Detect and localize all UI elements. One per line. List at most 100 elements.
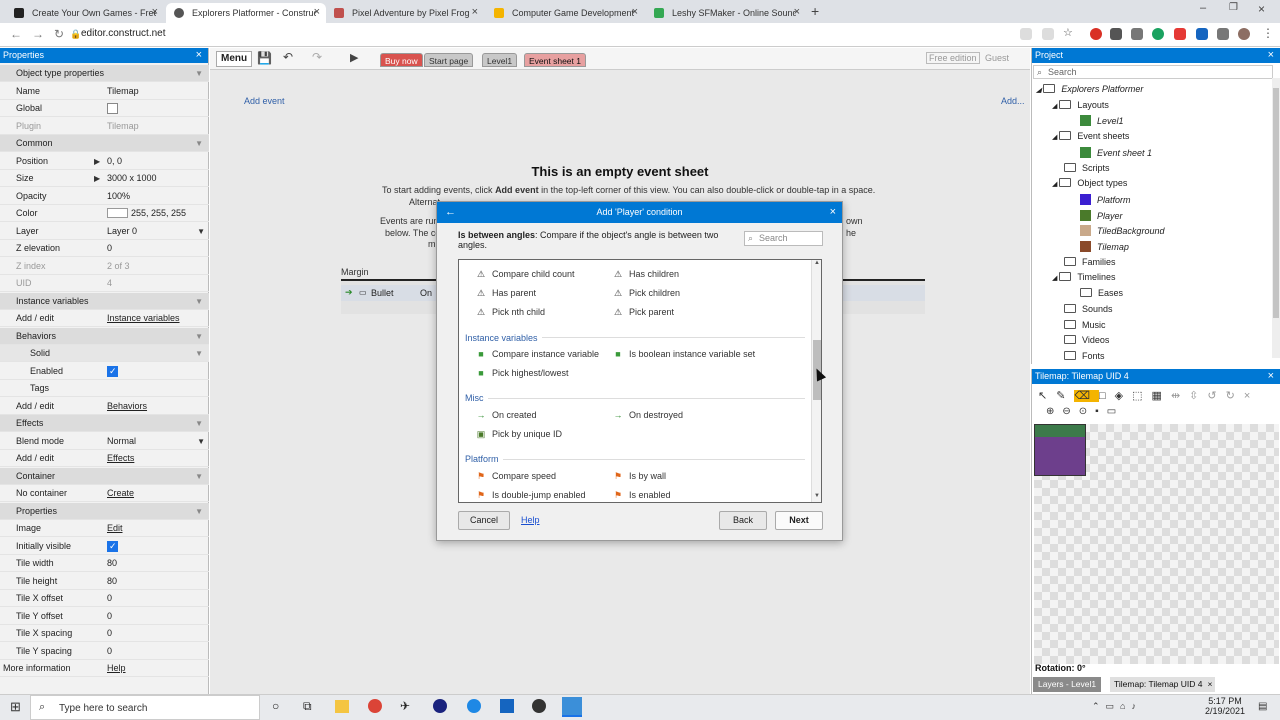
property-value[interactable]: 0, 0 xyxy=(107,153,122,170)
collapse-icon[interactable]: ▼ xyxy=(195,503,203,520)
list-item[interactable]: ⚠ Pick parent xyxy=(613,307,674,318)
flip-icon[interactable]: ⇹ xyxy=(1171,390,1189,402)
tab-start-page[interactable]: Start page xyxy=(424,53,474,67)
rotate-ccw-icon[interactable]: ↺ xyxy=(1207,390,1225,402)
app-icon[interactable] xyxy=(433,699,447,713)
project-search-input[interactable]: ⌕ Search xyxy=(1033,65,1273,79)
minimize-icon[interactable]: – xyxy=(1200,2,1206,14)
user-label[interactable]: Guest xyxy=(985,53,1009,63)
property-value[interactable]: Tilemap xyxy=(107,83,139,100)
property-link[interactable]: Instance variables xyxy=(107,310,180,327)
property-row[interactable]: Position ▶ 0, 0 xyxy=(0,153,209,170)
extension-icon[interactable] xyxy=(1174,28,1186,40)
tree-item[interactable]: ◢ Event sheets xyxy=(1052,131,1129,141)
tree-item[interactable]: Tilemap xyxy=(1080,241,1129,252)
tree-item[interactable]: Families xyxy=(1064,256,1116,267)
zoom-in-icon[interactable]: ⊕ xyxy=(1046,406,1062,417)
url-field[interactable]: editor.construct.net xyxy=(81,28,166,39)
add-link[interactable]: Add... xyxy=(1001,96,1025,106)
close-panel-icon[interactable]: × xyxy=(196,48,202,63)
tree-item[interactable]: Scripts xyxy=(1064,162,1110,173)
close-panel-icon[interactable]: × xyxy=(1268,48,1274,63)
tree-item[interactable]: Sounds xyxy=(1064,303,1113,314)
next-button[interactable]: Next xyxy=(775,511,823,530)
tab-tilemap[interactable]: Tilemap: Tilemap UID 4 × xyxy=(1110,677,1215,692)
collapse-icon[interactable]: ▼ xyxy=(195,65,203,82)
property-value[interactable]: 0 xyxy=(107,625,112,642)
more-menu-icon[interactable]: ⋮ xyxy=(1262,26,1274,40)
checkbox[interactable] xyxy=(107,103,118,114)
tree-item[interactable]: Event sheet 1 xyxy=(1080,146,1152,158)
help-link[interactable]: Help xyxy=(521,515,540,525)
tree-item[interactable]: Player xyxy=(1080,209,1123,221)
property-row[interactable]: Name Tilemap xyxy=(0,83,209,100)
extension-icon[interactable] xyxy=(1110,28,1122,40)
property-value[interactable]: 255, 255, 255 xyxy=(131,205,186,222)
mirror-icon[interactable]: ⇳ xyxy=(1189,390,1207,402)
close-tab-icon[interactable]: × xyxy=(794,6,800,18)
tree-item[interactable]: Eases xyxy=(1080,288,1123,298)
browser-tab[interactable]: Pixel Adventure by Pixel Frog × xyxy=(326,3,484,23)
property-section[interactable]: Effects ▼ xyxy=(0,415,209,432)
task-view-icon[interactable]: ⧉ xyxy=(303,699,312,714)
pencil-icon[interactable]: ✎ xyxy=(1056,390,1074,402)
property-row[interactable]: Plugin Tilemap xyxy=(0,118,209,135)
tab-buy-now[interactable]: Buy now xyxy=(380,53,423,67)
extension-icon[interactable] xyxy=(1020,28,1032,40)
checkbox[interactable] xyxy=(107,363,118,380)
collapse-icon[interactable]: ▼ xyxy=(195,328,203,345)
property-section[interactable]: Container ▼ xyxy=(0,467,209,485)
chrome-icon[interactable] xyxy=(368,699,382,713)
property-row[interactable]: Add / edit Instance variables xyxy=(0,310,209,327)
property-row[interactable]: Tile X spacing 0 xyxy=(0,625,209,642)
property-section[interactable]: Behaviors ▼ xyxy=(0,327,209,345)
property-row[interactable]: More information Help xyxy=(0,660,209,677)
property-link[interactable]: Behaviors xyxy=(107,398,147,415)
tree-item[interactable]: ◢ Explorers Platformer xyxy=(1036,84,1143,94)
property-section[interactable]: Instance variables ▼ xyxy=(0,292,209,310)
browser-tab[interactable]: Create Your Own Games - Free T × xyxy=(6,3,164,23)
forward-icon[interactable]: → xyxy=(32,27,44,41)
list-item[interactable]: ⚠ Has parent xyxy=(476,288,536,299)
undo-icon[interactable]: ↶ xyxy=(283,50,293,64)
cortana-icon[interactable]: ○ xyxy=(272,699,279,713)
collapse-icon[interactable]: ▼ xyxy=(195,293,203,310)
zoom-out-icon[interactable]: ⊖ xyxy=(1062,406,1078,417)
back-icon[interactable]: ← xyxy=(10,27,22,41)
close-tab-icon[interactable]: × xyxy=(314,6,320,18)
tree-item[interactable]: Fonts xyxy=(1064,350,1105,361)
star-icon[interactable]: ☆ xyxy=(1063,26,1075,39)
close-tab-icon[interactable]: × xyxy=(632,6,638,18)
property-row[interactable]: Z elevation 0 xyxy=(0,240,209,257)
close-tab-icon[interactable]: × xyxy=(1208,677,1213,692)
zoom-reset-icon[interactable]: ⊙ xyxy=(1079,406,1095,417)
search-input[interactable]: ⌕ Search xyxy=(744,231,823,246)
property-link[interactable]: Create xyxy=(107,485,134,502)
tab-event-sheet-1[interactable]: Event sheet 1 xyxy=(524,53,586,67)
collapse-icon[interactable]: ▼ xyxy=(195,345,203,362)
property-row[interactable]: Color 255, 255, 255 xyxy=(0,205,209,222)
extension-icon[interactable] xyxy=(1152,28,1164,40)
expand-icon[interactable]: ▶ xyxy=(94,170,100,187)
construct-taskbar-icon[interactable] xyxy=(562,697,582,717)
property-row[interactable]: Opacity 100% xyxy=(0,188,209,205)
list-item[interactable]: → On destroyed xyxy=(613,410,684,420)
property-row[interactable]: Tile Y offset 0 xyxy=(0,608,209,625)
property-value[interactable]: 100% xyxy=(107,188,130,205)
list-item[interactable]: ⚠ Has children xyxy=(613,269,679,280)
list-item[interactable]: → On created xyxy=(476,410,537,420)
select-icon[interactable]: ⬚ xyxy=(1132,390,1151,402)
list-item[interactable]: ⚑ Is by wall xyxy=(613,471,666,482)
property-row[interactable]: Tile width 80 xyxy=(0,555,209,572)
list-item[interactable]: ⚑ Is enabled xyxy=(613,490,671,501)
property-row[interactable]: Z index 2 of 3 xyxy=(0,258,209,275)
file-explorer-icon[interactable] xyxy=(335,700,349,713)
app-icon[interactable]: ✈ xyxy=(400,699,410,713)
property-value[interactable]: 3000 x 1000 xyxy=(107,170,157,187)
project-scrollbar[interactable] xyxy=(1272,78,1280,358)
browser-tab[interactable]: Leshy SFMaker - Online Sound E × xyxy=(646,3,806,23)
color-swatch[interactable] xyxy=(107,208,128,218)
clock[interactable]: 5:17 PM 2/19/2021 xyxy=(1200,696,1250,716)
folder-icon[interactable]: ▭ xyxy=(1107,406,1124,417)
property-section[interactable]: Object type properties ▼ xyxy=(0,65,209,82)
